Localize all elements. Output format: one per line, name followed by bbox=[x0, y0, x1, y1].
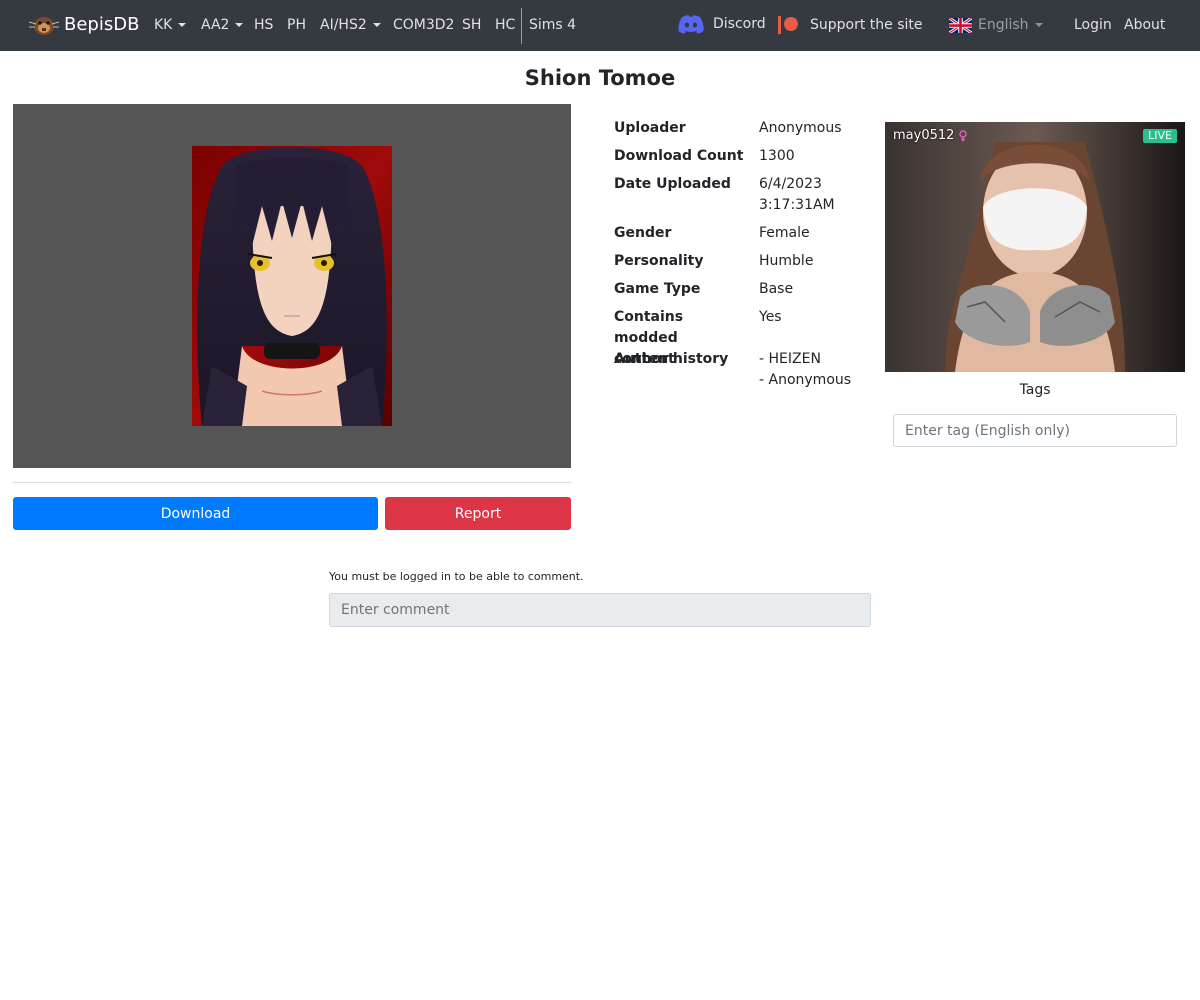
info-value: Base bbox=[759, 281, 794, 297]
nav-hc-link[interactable]: HC bbox=[495, 15, 515, 35]
login-link[interactable]: Login bbox=[1074, 15, 1112, 35]
info-label: Game Type bbox=[614, 281, 701, 297]
tags-heading: Tags bbox=[1019, 382, 1051, 398]
patreon-icon bbox=[778, 16, 798, 34]
info-label: Gender bbox=[614, 225, 672, 241]
uk-flag-icon bbox=[949, 17, 972, 33]
login-required-note: You must be logged in to be able to comm… bbox=[329, 570, 584, 583]
login-label: Login bbox=[1074, 17, 1112, 33]
caret-down-icon bbox=[178, 23, 187, 27]
divider bbox=[13, 482, 571, 483]
info-value: 6/4/2023 3:17:31AM bbox=[759, 176, 835, 213]
nav-hc-label: HC bbox=[495, 17, 516, 33]
female-symbol-icon bbox=[959, 130, 968, 142]
nav-divider bbox=[521, 8, 522, 44]
brand-text: BepisDB bbox=[64, 14, 140, 35]
about-link[interactable]: About bbox=[1124, 15, 1165, 35]
nav-discord-label: Discord bbox=[713, 16, 766, 32]
nav-ai-hs2-dropdown[interactable]: AI/HS2 bbox=[320, 15, 381, 35]
caret-down-icon bbox=[1034, 23, 1043, 27]
nav-ai-hs2-label: AI/HS2 bbox=[320, 17, 367, 33]
brand-link[interactable]: BepisDB bbox=[28, 12, 139, 38]
discord-icon bbox=[678, 15, 704, 34]
nav-sims4-label: Sims 4 bbox=[529, 17, 577, 33]
nav-aa2-dropdown[interactable]: AA2 bbox=[201, 15, 244, 35]
info-label: Download Count bbox=[614, 148, 744, 164]
nav-sh-label: SH bbox=[462, 17, 482, 33]
live-badge: LIVE bbox=[1143, 129, 1177, 143]
nav-aa2-label: AA2 bbox=[201, 17, 230, 33]
card-preview-container bbox=[13, 104, 571, 468]
nav-kk-label: KK bbox=[154, 17, 173, 33]
nav-ph-link[interactable]: PH bbox=[287, 15, 306, 35]
ad-username-label: may0512 bbox=[893, 128, 955, 143]
nav-sh-link[interactable]: SH bbox=[462, 15, 481, 35]
nav-sims4-link[interactable]: Sims 4 bbox=[529, 15, 576, 35]
info-label: Personality bbox=[614, 253, 704, 269]
language-dropdown[interactable]: English bbox=[949, 15, 1043, 35]
ad-username: may0512 bbox=[893, 128, 968, 144]
page-title: Shion Tomoe bbox=[524, 66, 676, 90]
character-card-image[interactable] bbox=[192, 146, 392, 426]
nav-com3d2-label: COM3D2 bbox=[393, 17, 455, 33]
info-value: Yes bbox=[759, 309, 782, 325]
tag-input[interactable] bbox=[893, 414, 1177, 447]
info-value: 1300 bbox=[759, 148, 795, 164]
nav-hs-link[interactable]: HS bbox=[254, 15, 273, 35]
bepis-logo-icon bbox=[28, 17, 60, 35]
top-navbar: BepisDB KK AA2 HS PH AI/HS2 COM3D2 SH HC… bbox=[0, 0, 1200, 51]
nav-support-label: Support the site bbox=[810, 17, 923, 33]
about-label: About bbox=[1124, 17, 1166, 33]
download-button[interactable]: Download bbox=[13, 497, 378, 530]
info-label: Author history bbox=[614, 351, 729, 367]
info-value: Humble bbox=[759, 253, 814, 269]
nav-kk-dropdown[interactable]: KK bbox=[154, 15, 187, 35]
language-label: English bbox=[978, 17, 1029, 33]
nav-support-link[interactable]: Support the site bbox=[778, 15, 923, 35]
nav-hs-label: HS bbox=[254, 17, 274, 33]
nav-ph-label: PH bbox=[287, 17, 306, 33]
nav-com3d2-link[interactable]: COM3D2 bbox=[393, 15, 454, 35]
ad-banner[interactable]: may0512 LIVE bbox=[885, 122, 1185, 372]
info-label: Uploader bbox=[614, 120, 686, 136]
comment-input[interactable] bbox=[329, 593, 871, 627]
info-label: Date Uploaded bbox=[614, 176, 731, 192]
info-value: - HEIZEN - Anonymous bbox=[759, 351, 852, 388]
info-value: Female bbox=[759, 225, 810, 241]
caret-down-icon bbox=[235, 23, 244, 27]
report-button[interactable]: Report bbox=[385, 497, 571, 530]
info-value: Anonymous bbox=[759, 120, 842, 136]
ad-livestream-image bbox=[885, 122, 1185, 372]
nav-discord-link[interactable]: Discord bbox=[677, 14, 766, 34]
caret-down-icon bbox=[372, 23, 381, 27]
